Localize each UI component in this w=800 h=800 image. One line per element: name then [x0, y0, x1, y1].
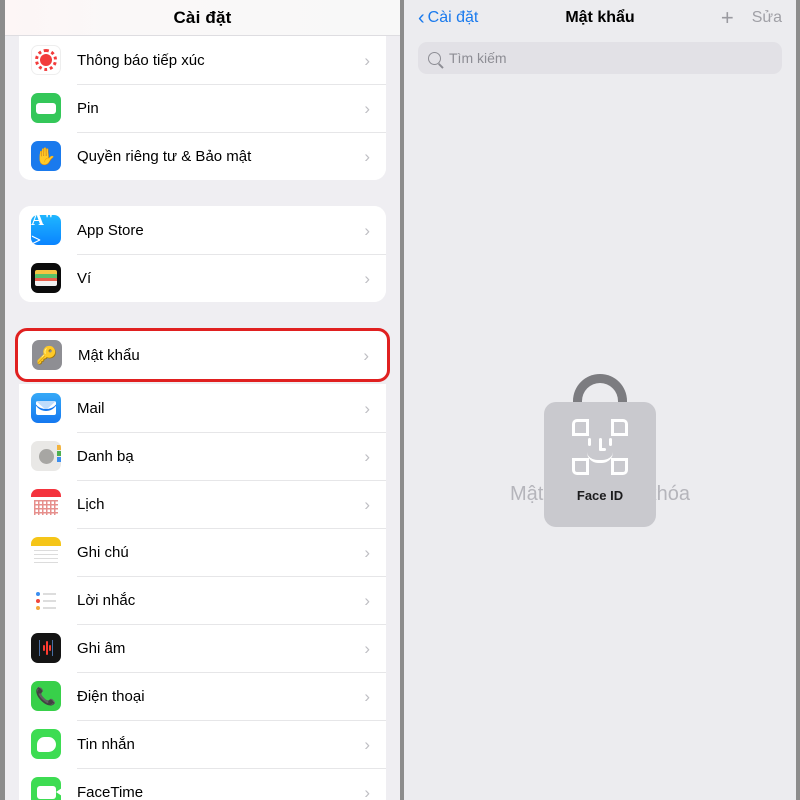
locked-content-area: Mật khẩu đã bị khóa Face ID [404, 74, 796, 794]
calendar-icon [31, 489, 61, 519]
sidebar-item-wallet[interactable]: Ví › [19, 254, 386, 302]
sidebar-item-label: Thông báo tiếp xúc [77, 51, 205, 69]
chevron-right-icon: › [364, 686, 370, 706]
battery-icon [31, 93, 61, 123]
settings-scroll-area[interactable]: Thông báo tiếp xúc › Pin › ✋ Quyền riêng… [5, 36, 400, 800]
sidebar-item-label: Pin [77, 99, 99, 117]
chevron-right-icon: › [364, 446, 370, 466]
search-input[interactable]: Tìm kiếm [418, 42, 782, 74]
sidebar-item-label: Danh bạ [77, 447, 134, 465]
sidebar-item-label: Lịch [77, 495, 105, 513]
sidebar-item-phone[interactable]: 📞 Điện thoại › [19, 672, 386, 720]
messages-icon [31, 729, 61, 759]
screenshot-root: Cài đặt Thông báo tiếp xúc › Pin › ✋ Quy… [0, 0, 800, 800]
search-icon [428, 51, 441, 65]
header-actions: + Sửa [721, 7, 782, 29]
sidebar-item-app-store[interactable]: A" > App Store › [19, 206, 386, 254]
reminders-icon [31, 585, 61, 615]
add-password-button[interactable]: + [721, 7, 734, 29]
settings-list-panel: Cài đặt Thông báo tiếp xúc › Pin › ✋ Quy… [4, 0, 400, 800]
sidebar-item-contacts[interactable]: Danh bạ › [19, 432, 386, 480]
sidebar-item-battery[interactable]: Pin › [19, 84, 386, 132]
notes-icon [31, 537, 61, 567]
sidebar-item-exposure-notification[interactable]: Thông báo tiếp xúc › [19, 36, 386, 84]
sidebar-item-label: Ví [77, 269, 92, 287]
face-id-label: Face ID [576, 488, 624, 503]
sidebar-item-label: Quyền riêng tư & Bảo mật [77, 147, 252, 165]
chevron-right-icon: › [364, 494, 370, 514]
faceid-lock-overlay[interactable]: Face ID [544, 374, 656, 527]
settings-header: Cài đặt [5, 0, 400, 36]
chevron-right-icon: › [364, 638, 370, 658]
search-placeholder: Tìm kiếm [449, 50, 507, 66]
sidebar-item-label: App Store [77, 221, 144, 239]
chevron-right-icon: › [364, 398, 370, 418]
sidebar-item-label: Ghi chú [77, 543, 129, 561]
lock-body: Face ID [544, 402, 656, 527]
settings-group-apps: Mail › Danh bạ › Lịch › Ghi chú › Lời nh… [19, 384, 386, 800]
app-store-icon: A" > [31, 215, 61, 245]
sidebar-item-passwords-highlight: 🔑 Mật khẩu › [15, 328, 390, 382]
privacy-hand-icon: ✋ [31, 141, 61, 171]
phone-icon: 📞 [31, 681, 61, 711]
chevron-right-icon: › [364, 590, 370, 610]
sidebar-item-voice-memos[interactable]: Ghi âm › [19, 624, 386, 672]
sidebar-item-label: Mail [77, 399, 105, 417]
back-button-label: Cài đặt [427, 9, 479, 26]
chevron-right-icon: › [364, 542, 370, 562]
chevron-right-icon: › [364, 50, 370, 70]
chevron-right-icon: › [364, 220, 370, 240]
passwords-key-icon: 🔑 [32, 340, 62, 370]
exposure-notification-icon [31, 45, 61, 75]
sidebar-item-calendar[interactable]: Lịch › [19, 480, 386, 528]
chevron-right-icon: › [364, 146, 370, 166]
sidebar-item-label: Mật khẩu [78, 346, 140, 364]
sidebar-item-passwords[interactable]: 🔑 Mật khẩu › [20, 333, 385, 377]
page-title: Cài đặt [173, 7, 232, 27]
sidebar-item-privacy-security[interactable]: ✋ Quyền riêng tư & Bảo mật › [19, 132, 386, 180]
chevron-right-icon: › [364, 734, 370, 754]
sidebar-item-messages[interactable]: Tin nhắn › [19, 720, 386, 768]
settings-group-system: Thông báo tiếp xúc › Pin › ✋ Quyền riêng… [19, 36, 386, 180]
facetime-icon [31, 777, 61, 800]
mail-icon [31, 393, 61, 423]
passwords-header: ‹ Cài đặt Mật khẩu + Sửa [404, 0, 796, 36]
chevron-right-icon: › [364, 782, 370, 800]
sidebar-item-label: Điện thoại [77, 687, 145, 705]
chevron-right-icon: › [364, 268, 370, 288]
sidebar-item-facetime[interactable]: FaceTime › [19, 768, 386, 800]
contacts-icon [31, 441, 61, 471]
edit-button[interactable]: Sửa [752, 9, 782, 27]
sidebar-item-label: Tin nhắn [77, 735, 135, 753]
sidebar-item-mail[interactable]: Mail › [19, 384, 386, 432]
settings-group-store: A" > App Store › Ví › [19, 206, 386, 302]
back-button[interactable]: ‹ Cài đặt [418, 8, 478, 28]
sidebar-item-notes[interactable]: Ghi chú › [19, 528, 386, 576]
sidebar-item-label: Ghi âm [77, 639, 126, 657]
wallet-icon [31, 263, 61, 293]
face-id-icon [572, 419, 628, 475]
chevron-left-icon: ‹ [418, 7, 425, 29]
sidebar-item-label: FaceTime [77, 783, 144, 800]
passwords-detail-panel: ‹ Cài đặt Mật khẩu + Sửa Tìm kiếm Mật kh… [400, 0, 796, 800]
chevron-right-icon: › [363, 345, 369, 365]
sidebar-item-reminders[interactable]: Lời nhắc › [19, 576, 386, 624]
chevron-right-icon: › [364, 98, 370, 118]
voice-memos-icon [31, 633, 61, 663]
sidebar-item-label: Lời nhắc [77, 591, 136, 609]
